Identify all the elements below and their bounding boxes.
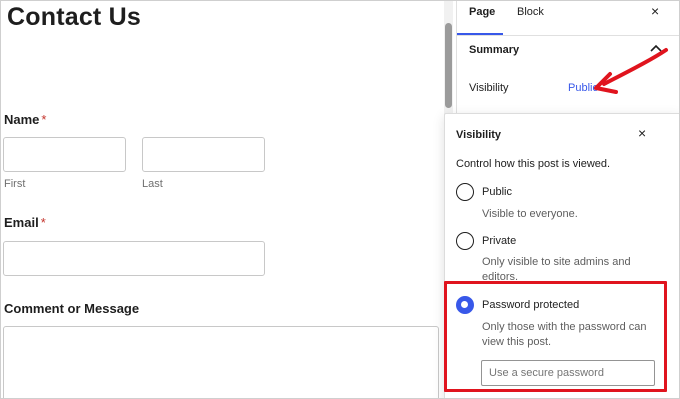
popover-title: Visibility: [456, 129, 502, 141]
email-field-label: Email *: [4, 215, 46, 230]
name-label-text: Name: [4, 112, 40, 127]
option-help-public: Visible to everyone.: [482, 208, 578, 220]
first-name-input[interactable]: [3, 137, 126, 172]
summary-panel-heading[interactable]: Summary: [469, 44, 519, 56]
comment-textarea[interactable]: [3, 326, 439, 398]
radio-private[interactable]: [456, 232, 474, 250]
option-help-password-protected: Only those with the password can view th…: [482, 321, 647, 348]
editor-window: Contact Us Name * First Last Email * Comme…: [0, 0, 680, 399]
option-help-private: Only visible to site admins and editors.: [482, 256, 631, 283]
tab-block[interactable]: Block: [517, 6, 544, 18]
email-input[interactable]: [3, 241, 265, 276]
radio-public[interactable]: [456, 183, 474, 201]
close-icon[interactable]: ×: [638, 125, 646, 141]
comment-field-label: Comment or Message: [4, 301, 140, 316]
page-title[interactable]: Contact Us: [7, 3, 141, 32]
visibility-popover: Visibility × Control how this post is vi…: [444, 113, 679, 398]
visibility-row-label: Visibility: [469, 82, 509, 94]
required-mark: *: [40, 215, 46, 230]
option-label-password-protected[interactable]: Password protected: [482, 299, 579, 311]
first-sublabel: First: [4, 178, 26, 190]
tabs-divider: [457, 35, 679, 36]
required-mark: *: [41, 112, 47, 127]
close-icon[interactable]: ×: [651, 3, 659, 19]
annotation-arrow-icon: [594, 48, 668, 94]
last-sublabel: Last: [142, 178, 163, 190]
option-label-private[interactable]: Private: [482, 235, 516, 247]
name-field-label: Name *: [4, 112, 46, 127]
email-label-text: Email: [4, 215, 39, 230]
last-name-input[interactable]: [142, 137, 265, 172]
canvas-scrollbar-thumb[interactable]: [445, 23, 452, 108]
editor-canvas: Contact Us Name * First Last Email * Comme…: [1, 1, 456, 398]
option-label-public[interactable]: Public: [482, 186, 512, 198]
tab-page[interactable]: Page: [469, 6, 495, 18]
radio-password-protected[interactable]: [456, 296, 474, 314]
popover-description: Control how this post is viewed.: [456, 158, 611, 170]
password-input[interactable]: [481, 360, 655, 386]
